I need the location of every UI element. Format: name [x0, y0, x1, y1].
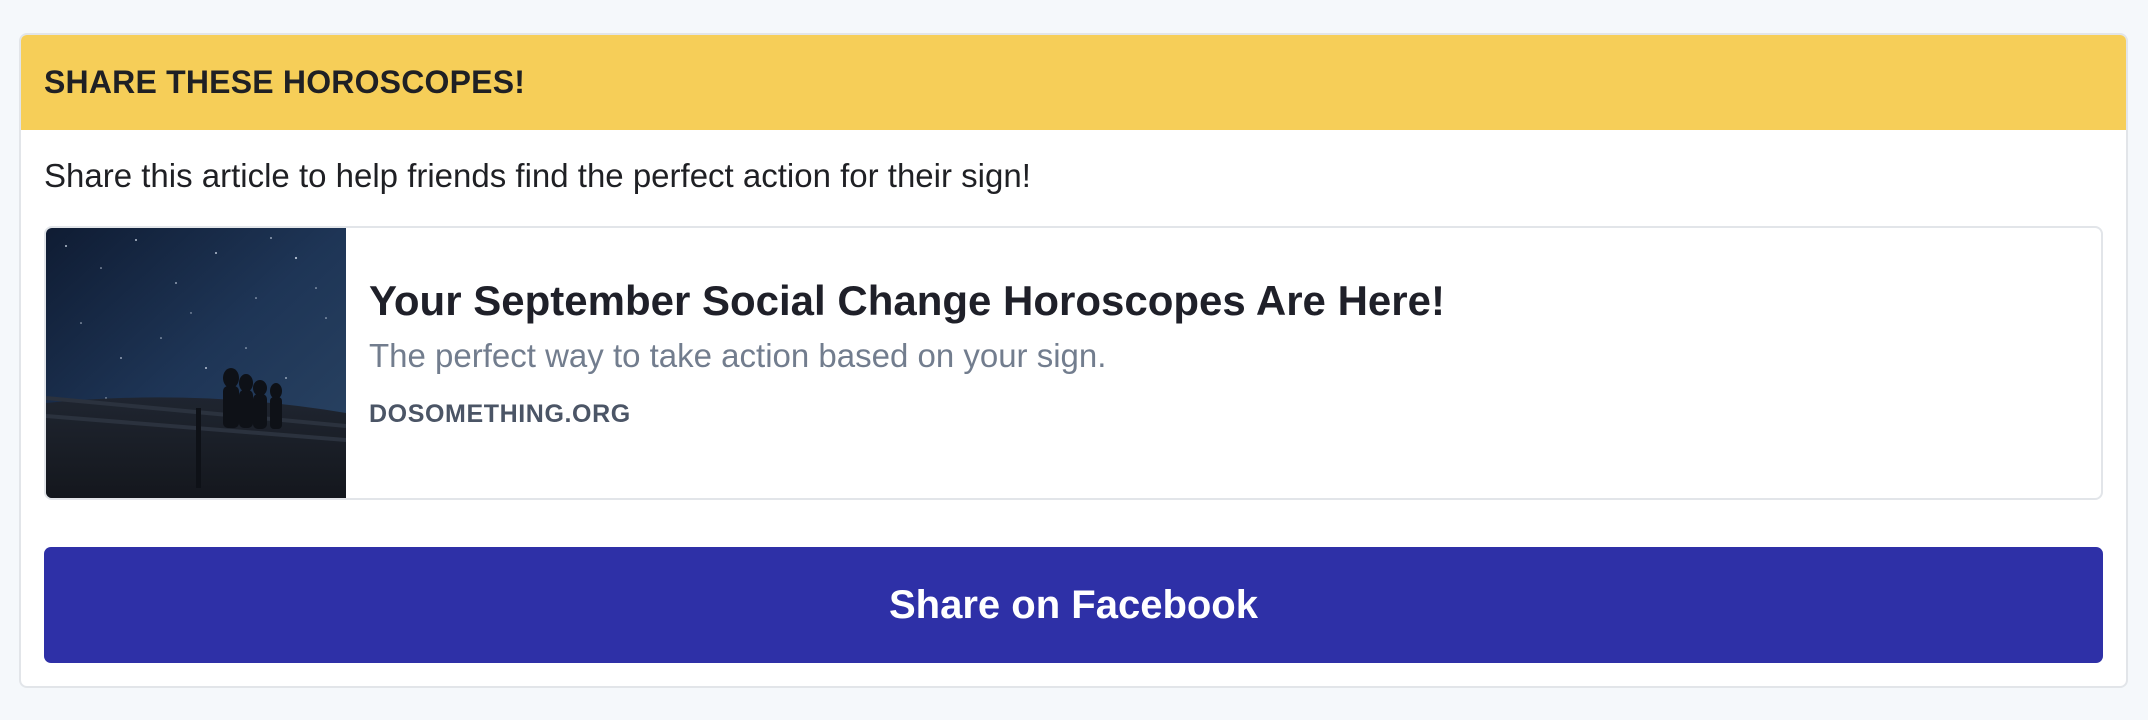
share-card: SHARE THESE HOROSCOPES! Share this artic…	[19, 33, 2128, 688]
article-title: Your September Social Change Horoscopes …	[369, 277, 1445, 324]
share-card-title: SHARE THESE HOROSCOPES!	[44, 64, 526, 100]
share-card-body: Share this article to help friends find …	[21, 156, 2126, 663]
article-description: The perfect way to take action based on …	[369, 337, 1107, 374]
article-preview-text: Your September Social Change Horoscopes …	[346, 228, 1445, 498]
article-domain: DOSOMETHING.ORG	[369, 400, 631, 428]
article-link-preview[interactable]: Your September Social Change Horoscopes …	[44, 226, 2103, 500]
article-thumbnail	[46, 228, 346, 498]
share-card-header: SHARE THESE HOROSCOPES!	[21, 35, 2126, 130]
share-on-facebook-button[interactable]: Share on Facebook	[44, 547, 2103, 663]
share-intro-text: Share this article to help friends find …	[44, 157, 1031, 194]
